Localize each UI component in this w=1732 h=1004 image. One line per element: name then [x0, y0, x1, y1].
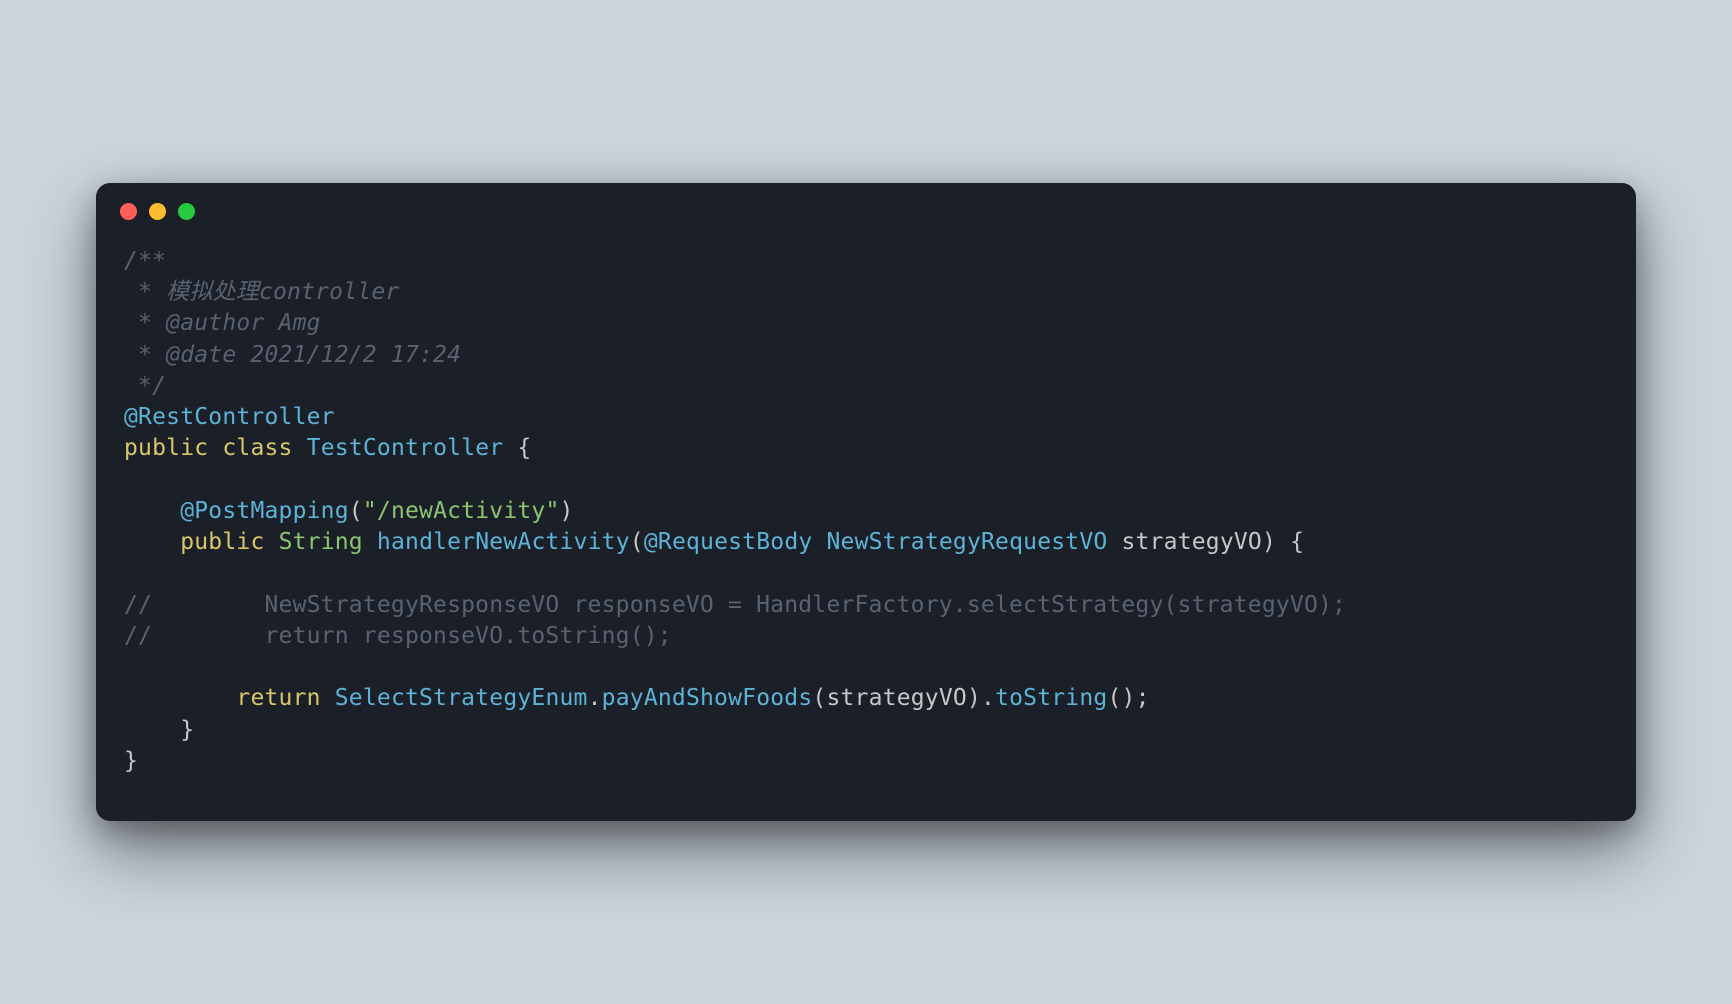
param-name: strategyVO — [1122, 529, 1262, 555]
method-call: toString — [995, 685, 1107, 711]
comment-line: */ — [124, 373, 166, 399]
class-name: TestController — [307, 435, 504, 461]
param-type: NewStrategyRequestVO — [826, 529, 1107, 555]
keyword: class — [222, 435, 292, 461]
brace: } — [124, 717, 194, 743]
punct: ( — [349, 498, 363, 524]
punct: . — [981, 685, 995, 711]
string-literal: "/newActivity" — [363, 498, 560, 524]
punct: ) — [967, 685, 981, 711]
keyword: public — [180, 529, 264, 555]
punct: () — [1107, 685, 1135, 711]
window-titlebar — [96, 183, 1636, 228]
punct: ( — [812, 685, 826, 711]
punct: { — [503, 435, 531, 461]
comment-line: * @author Amg — [124, 310, 321, 336]
class-ref: SelectStrategyEnum — [335, 685, 588, 711]
type: String — [279, 529, 363, 555]
punct: ) — [560, 498, 574, 524]
punct: . — [588, 685, 602, 711]
comment-line: * @date 2021/12/2 17:24 — [124, 342, 461, 368]
close-icon[interactable] — [120, 203, 137, 220]
brace: } — [124, 748, 138, 774]
comment-line: * 模拟处理controller — [124, 279, 399, 305]
keyword: public — [124, 435, 208, 461]
punct: ( — [630, 529, 644, 555]
punct: ) { — [1262, 529, 1304, 555]
comment-line: /** — [124, 248, 166, 274]
annotation: @PostMapping — [180, 498, 349, 524]
commented-code: // return responseVO.toString(); — [124, 623, 672, 649]
keyword: return — [236, 685, 320, 711]
method-call: payAndShowFoods — [602, 685, 813, 711]
annotation: @RestController — [124, 404, 335, 430]
annotation: @RequestBody — [644, 529, 813, 555]
arg: strategyVO — [826, 685, 966, 711]
commented-code: // NewStrategyResponseVO responseVO = Ha… — [124, 592, 1346, 618]
method-name: handlerNewActivity — [377, 529, 630, 555]
punct: ; — [1136, 685, 1150, 711]
code-content: /** * 模拟处理controller * @author Amg * @da… — [96, 228, 1636, 822]
code-window: /** * 模拟处理controller * @author Amg * @da… — [96, 183, 1636, 822]
maximize-icon[interactable] — [178, 203, 195, 220]
minimize-icon[interactable] — [149, 203, 166, 220]
